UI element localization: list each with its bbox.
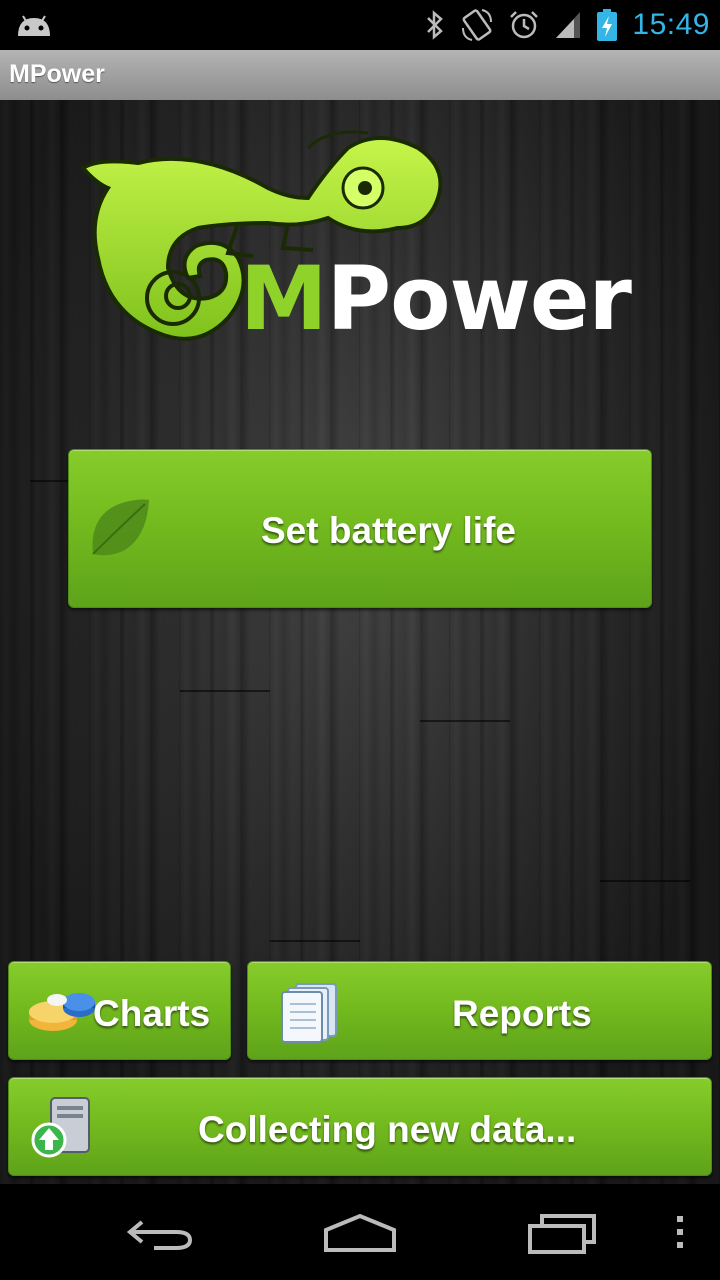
- navigation-bar: [0, 1184, 720, 1280]
- reports-button[interactable]: Reports: [247, 961, 712, 1060]
- signal-icon: [556, 12, 581, 38]
- charts-label: Charts: [93, 993, 211, 1034]
- rotation-icon: [462, 9, 493, 41]
- collecting-data-button[interactable]: Collecting new data...: [8, 1077, 712, 1176]
- set-battery-life-label: Set battery life: [261, 510, 516, 551]
- status-bar: 15:49: [0, 0, 720, 50]
- logo-wordmark: MPower: [240, 247, 632, 350]
- set-battery-life-button[interactable]: Set battery life: [68, 449, 652, 608]
- pie-chart-icon: [29, 993, 95, 1031]
- battery-charging-icon: [597, 9, 618, 41]
- bluetooth-icon: [427, 10, 444, 40]
- app-title: MPower: [9, 60, 105, 88]
- android-debug-icon: [18, 15, 50, 36]
- home-icon[interactable]: [322, 1208, 398, 1256]
- reports-label: Reports: [452, 993, 592, 1034]
- charts-button[interactable]: Charts: [8, 961, 231, 1060]
- menu-icon[interactable]: [672, 1208, 688, 1256]
- clock: 15:49: [632, 8, 710, 41]
- app-bar: MPower: [0, 50, 720, 101]
- collecting-data-label: Collecting new data...: [198, 1109, 577, 1150]
- leaf-icon: [92, 499, 149, 556]
- upload-data-icon: [31, 1097, 90, 1158]
- notebooks-icon: [281, 983, 337, 1043]
- back-icon[interactable]: [124, 1208, 196, 1256]
- alarm-icon: [510, 11, 539, 39]
- recent-apps-icon[interactable]: [524, 1208, 600, 1256]
